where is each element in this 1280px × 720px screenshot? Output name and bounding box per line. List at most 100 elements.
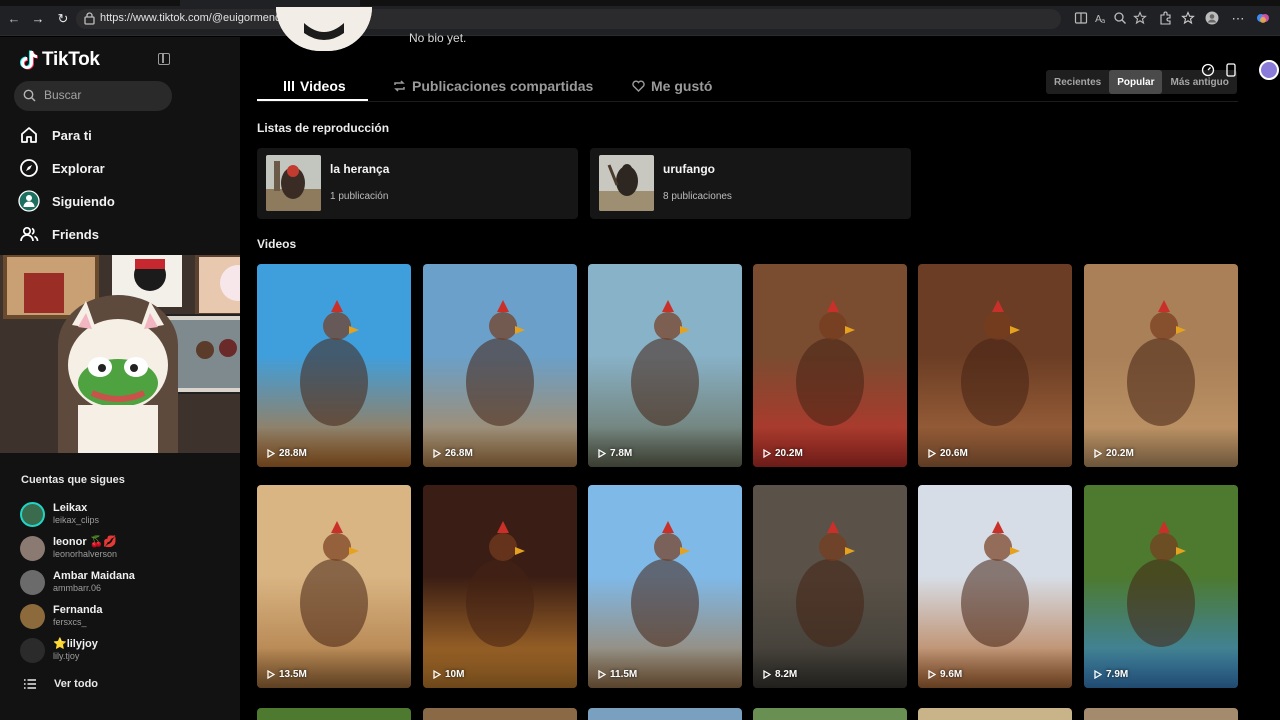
tab-liked[interactable]: Me gustó <box>632 75 712 97</box>
split-screen-icon[interactable] <box>1074 11 1088 25</box>
view-count-label: 20.2M <box>1106 448 1134 459</box>
user-avatar-icon[interactable] <box>1259 60 1279 80</box>
playlist-card[interactable]: la herança 1 publicación <box>257 148 578 219</box>
video-card-peek[interactable] <box>588 708 742 720</box>
playlist-count: 1 publicación <box>330 191 389 202</box>
logo-wordmark: TikTok <box>42 49 100 70</box>
video-card[interactable]: 10M <box>423 485 577 688</box>
nav-label: Siguiendo <box>52 193 115 209</box>
view-count-label: 26.8M <box>445 448 473 459</box>
nav-item-siguiendo[interactable]: Siguiendo <box>18 187 115 215</box>
view-count-label: 20.6M <box>940 448 968 459</box>
zoom-icon[interactable] <box>1113 11 1127 25</box>
profile-icon[interactable] <box>1205 11 1219 25</box>
more-menu-icon[interactable]: ⋯ <box>1230 11 1246 27</box>
reload-icon[interactable]: ↻ <box>55 11 71 27</box>
video-card-peek[interactable] <box>753 708 907 720</box>
video-card[interactable]: 28.8M <box>257 264 411 467</box>
video-card[interactable]: 20.6M <box>918 264 1072 467</box>
profile-main: No bio yet. Videos Publicaciones compart… <box>240 7 1280 720</box>
video-card[interactable]: 26.8M <box>423 264 577 467</box>
avatar <box>20 569 45 595</box>
view-count-label: 28.8M <box>279 448 307 459</box>
view-count-label: 8.2M <box>775 669 798 680</box>
nav-item-explorar[interactable]: Explorar <box>18 154 105 182</box>
sort-popular[interactable]: Popular <box>1109 70 1163 94</box>
copilot-icon[interactable] <box>1256 11 1270 25</box>
thumbnail-shade <box>1084 427 1238 467</box>
thumbnail-shade <box>257 427 411 467</box>
tabs-divider <box>257 101 1238 102</box>
extensions-icon[interactable] <box>1158 11 1172 25</box>
play-icon <box>763 670 771 679</box>
thumbnail-shade <box>1084 648 1238 688</box>
following-icon <box>18 190 40 212</box>
tab-videos[interactable]: Videos <box>284 75 346 97</box>
view-count: 28.8M <box>267 448 307 459</box>
video-card-peek[interactable] <box>423 708 577 720</box>
speed-dial-icon[interactable] <box>1201 63 1215 77</box>
followed-account[interactable]: Fernanda fersxcs_ <box>20 601 103 631</box>
profile-avatar[interactable] <box>276 7 372 51</box>
video-card[interactable]: 20.2M <box>1084 264 1238 467</box>
video-card[interactable]: 11.5M <box>588 485 742 688</box>
active-tab[interactable] <box>180 0 360 6</box>
view-count: 20.2M <box>763 448 803 459</box>
site-info-icon[interactable] <box>84 12 95 25</box>
back-icon[interactable]: ← <box>6 11 22 27</box>
forward-icon[interactable]: → <box>30 11 46 27</box>
avatar <box>20 603 45 629</box>
playlist-card[interactable]: urufango 8 publicaciones <box>590 148 911 219</box>
thumbnail-shade <box>423 648 577 688</box>
video-card[interactable]: 9.6M <box>918 485 1072 688</box>
playlist-name: la herança <box>330 162 390 176</box>
followed-account[interactable]: ⭐lilyjoy lily.tjoy <box>20 635 98 665</box>
tiktok-logo[interactable]: TikTok <box>20 48 100 72</box>
search-box[interactable] <box>14 81 172 111</box>
video-card-peek[interactable] <box>1084 708 1238 720</box>
following-accounts-title: Cuentas que sigues <box>21 474 125 486</box>
favorite-star-icon[interactable] <box>1133 11 1147 25</box>
search-input[interactable] <box>44 88 164 102</box>
playlists-title: Listas de reproducción <box>257 121 390 135</box>
play-icon <box>433 670 441 679</box>
avatar <box>20 535 45 561</box>
video-card[interactable]: 7.8M <box>588 264 742 467</box>
followed-account[interactable]: Leikax leikax_clips <box>20 499 99 529</box>
nav-item-para-ti[interactable]: Para ti <box>18 121 92 149</box>
followed-account[interactable]: Ambar Maidana ammbarr.06 <box>20 567 135 597</box>
view-count-label: 11.5M <box>610 669 638 680</box>
tab-strip <box>0 0 1280 6</box>
play-icon <box>928 670 936 679</box>
view-count: 9.6M <box>928 669 962 680</box>
translate-icon[interactable]: Aa <box>1094 11 1108 25</box>
favorites-icon[interactable] <box>1181 11 1195 25</box>
browser-toolbar: ← → ↻ https://www.tiktok.com/@euigormend… <box>0 0 1280 36</box>
grid-icon <box>284 81 294 91</box>
device-icon[interactable] <box>1225 63 1237 77</box>
view-count: 8.2M <box>763 669 797 680</box>
thumbnail-shade <box>257 648 411 688</box>
video-card[interactable]: 20.2M <box>753 264 907 467</box>
collapse-sidebar-icon[interactable] <box>158 53 170 65</box>
play-icon <box>1094 670 1102 679</box>
sort-recientes[interactable]: Recientes <box>1046 70 1109 94</box>
thumbnail-shade <box>918 427 1072 467</box>
video-card[interactable]: 8.2M <box>753 485 907 688</box>
video-card[interactable]: 13.5M <box>257 485 411 688</box>
video-card[interactable]: 7.9M <box>1084 485 1238 688</box>
play-icon <box>267 449 275 458</box>
nav-item-friends[interactable]: Friends <box>18 220 99 248</box>
video-card-peek[interactable] <box>257 708 411 720</box>
followed-account[interactable]: leonor 🍒💋 leonorhalverson <box>20 533 117 563</box>
see-all-button[interactable]: Ver todo <box>24 678 98 690</box>
account-handle: ammbarr.06 <box>53 583 102 593</box>
address-bar[interactable]: https://www.tiktok.com/@euigormendes01 <box>76 9 1061 29</box>
video-card-peek[interactable] <box>918 708 1072 720</box>
list-icon <box>24 679 36 689</box>
tab-shared-posts[interactable]: Publicaciones compartidas <box>393 75 593 97</box>
repost-icon <box>394 80 405 92</box>
thumbnail-shade <box>753 648 907 688</box>
view-count: 20.2M <box>1094 448 1134 459</box>
view-count: 13.5M <box>267 669 307 680</box>
